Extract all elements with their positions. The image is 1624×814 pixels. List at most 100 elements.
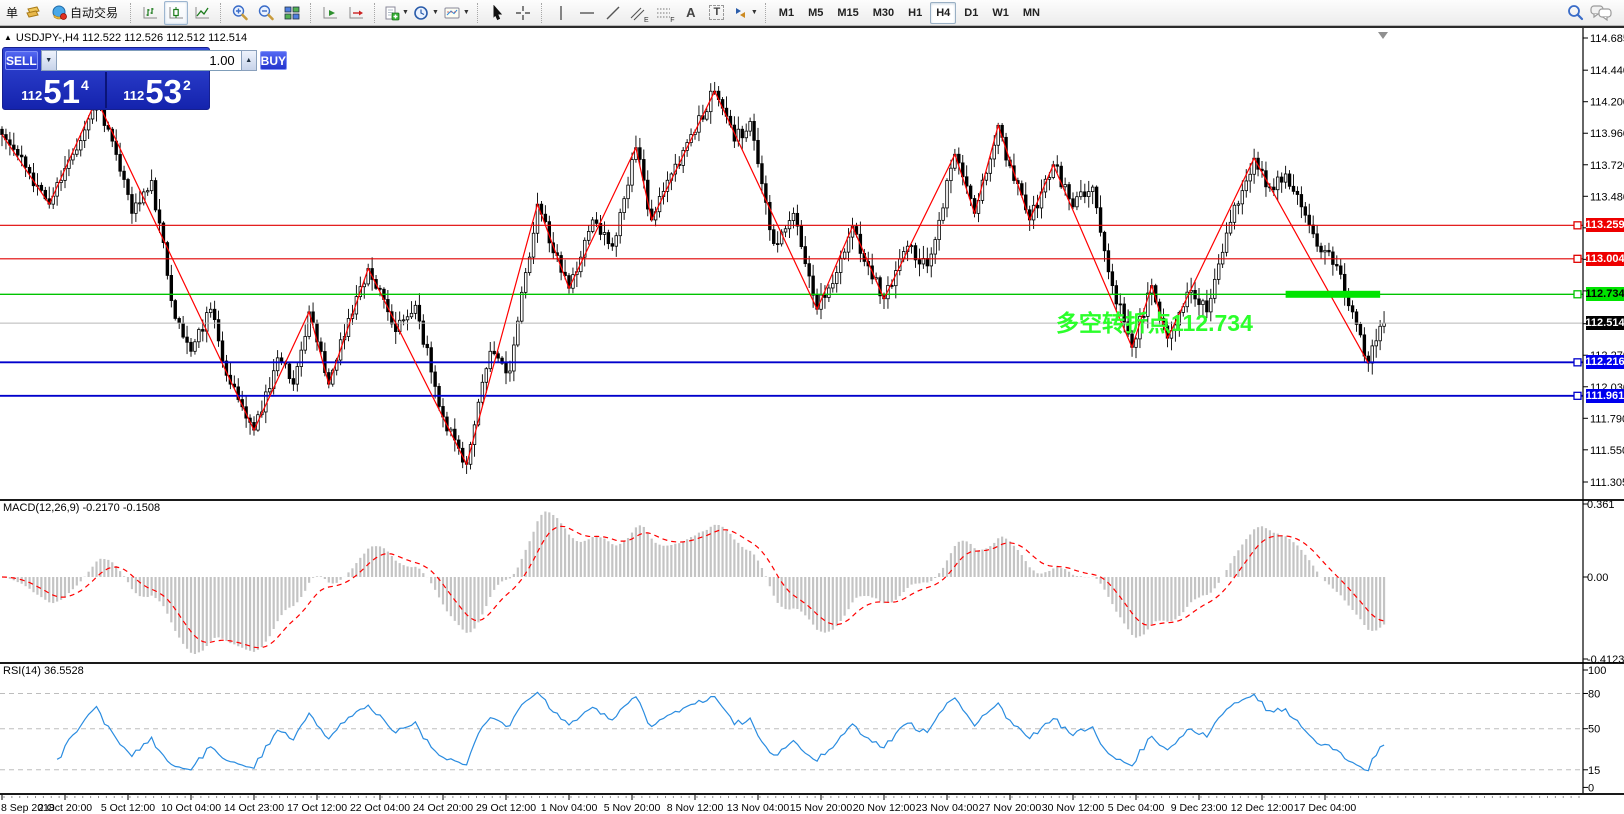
timeframe-button-h1[interactable]: H1 <box>902 2 928 24</box>
timeframe-button-m1[interactable]: M1 <box>773 2 800 24</box>
crosshair-icon <box>515 5 530 20</box>
svg-text:113.960: 113.960 <box>1590 128 1624 140</box>
horizontal-line-icon <box>579 11 594 14</box>
svg-text:100: 100 <box>1588 665 1606 677</box>
svg-text:17 Oct 12:00: 17 Oct 12:00 <box>287 802 347 814</box>
toolbar-separator <box>540 2 543 23</box>
zoom-in-button[interactable] <box>228 1 252 25</box>
chart-canvas[interactable]: 114.685 114.440 114.200 113.960 113.720 113.4… <box>0 28 1624 814</box>
svg-text:114.200: 114.200 <box>1590 97 1624 109</box>
clock-icon <box>414 5 428 20</box>
svg-text:1 Nov 04:00: 1 Nov 04:00 <box>541 802 598 814</box>
history-center-icon[interactable] <box>21 1 45 25</box>
auto-trading-icon <box>52 5 67 20</box>
toolbar-separator <box>310 2 312 23</box>
sell-price-pip: 4 <box>80 77 89 93</box>
bar-chart-icon <box>143 6 158 18</box>
horizontal-line-button[interactable] <box>575 1 599 25</box>
svg-text:30 Nov 12:00: 30 Nov 12:00 <box>1042 802 1105 814</box>
bar-chart-button[interactable] <box>138 1 162 25</box>
toolbar-separator <box>476 2 479 23</box>
macd-indicator-label: MACD(12,26,9) -0.2170 -0.1508 <box>3 502 161 514</box>
svg-text:23 Nov 04:00: 23 Nov 04:00 <box>916 802 979 814</box>
cursor-button[interactable] <box>485 1 509 25</box>
auto-scroll-button[interactable] <box>318 1 342 25</box>
timeframe-button-mn[interactable]: MN <box>1017 2 1046 24</box>
timeframe-button-m15[interactable]: M15 <box>831 2 864 24</box>
arrows-button[interactable]: ▼ <box>731 1 759 25</box>
timeframe-button-w1[interactable]: W1 <box>986 2 1015 24</box>
sell-button[interactable]: SELL <box>5 51 38 70</box>
crosshair-button[interactable] <box>511 1 535 25</box>
templates-button[interactable]: ▼ <box>442 1 471 25</box>
sell-price[interactable]: 112 51 4 <box>5 72 107 108</box>
buy-price[interactable]: 112 53 2 <box>107 72 207 108</box>
auto-trading-button[interactable]: 自动交易 <box>47 1 124 25</box>
templates-icon <box>444 7 460 18</box>
svg-text:5 Dec 04:00: 5 Dec 04:00 <box>1108 802 1165 814</box>
volume-input[interactable] <box>56 50 241 71</box>
candlestick-chart-button[interactable] <box>164 0 189 25</box>
periods-button[interactable]: ▼ <box>412 1 440 25</box>
volume-decrease-button[interactable]: ▼ <box>40 50 57 71</box>
svg-text:29 Oct 12:00: 29 Oct 12:00 <box>476 802 536 814</box>
volume-increase-button[interactable]: ▲ <box>240 50 257 71</box>
chart-title: ▲ USDJPY-,H4 112.522 112.526 112.512 112.… <box>4 32 247 44</box>
cursor-arrow-icon <box>493 4 502 20</box>
fibonacci-button[interactable]: F <box>653 1 677 25</box>
price-line-label: 112.216 <box>1585 355 1624 370</box>
sell-price-big: 51 <box>43 73 80 110</box>
new-order-button[interactable]: 单 <box>6 4 18 21</box>
text-label-button[interactable]: T <box>705 1 729 25</box>
buy-button[interactable]: BUY <box>259 51 288 70</box>
auto-scroll-icon <box>323 6 338 18</box>
auto-trading-label: 自动交易 <box>70 6 119 20</box>
svg-text:22 Oct 04:00: 22 Oct 04:00 <box>350 802 410 814</box>
chart-shift-marker-icon[interactable] <box>1378 32 1388 39</box>
svg-text:17 Dec 04:00: 17 Dec 04:00 <box>1294 802 1357 814</box>
trendline-button[interactable] <box>601 1 625 25</box>
svg-text:50: 50 <box>1588 724 1600 736</box>
indicators-button[interactable]: ▼ <box>382 1 410 25</box>
trade-panel-prices: 112 51 4 112 53 2 <box>5 72 207 108</box>
zoom-out-button[interactable] <box>254 1 278 25</box>
chart-shift-button[interactable] <box>344 1 368 25</box>
timeframe-button-h4[interactable]: H4 <box>930 1 957 24</box>
svg-text:113.480: 113.480 <box>1590 191 1624 203</box>
vertical-line-button[interactable] <box>549 1 573 25</box>
toolbar-group-right <box>1562 1 1614 25</box>
svg-text:113.720: 113.720 <box>1590 160 1624 172</box>
dropdown-caret-icon: ▼ <box>750 9 758 16</box>
svg-text:15 Nov 20:00: 15 Nov 20:00 <box>790 802 853 814</box>
text-button[interactable]: A <box>679 1 703 25</box>
zoom-out-icon <box>258 5 274 21</box>
line-chart-icon <box>195 6 210 18</box>
channel-button[interactable]: E <box>627 1 651 25</box>
price-line-label: 112.514 <box>1585 316 1624 331</box>
pivot-annotation-text: 多空转折点112.734 <box>1056 310 1253 336</box>
timeframe-button-m30[interactable]: M30 <box>867 2 900 24</box>
chat-button[interactable] <box>1589 1 1613 25</box>
svg-text:13 Nov 04:00: 13 Nov 04:00 <box>727 802 790 814</box>
collapse-marker-icon[interactable]: ▲ <box>4 33 12 42</box>
timeframe-button-m5[interactable]: M5 <box>802 2 829 24</box>
svg-text:15: 15 <box>1588 765 1600 777</box>
search-button[interactable] <box>1563 1 1587 25</box>
line-chart-button[interactable] <box>190 1 214 25</box>
toolbar-group-cursor <box>484 1 536 25</box>
svg-text:5 Oct 12:00: 5 Oct 12:00 <box>101 802 155 814</box>
svg-text:12 Dec 12:00: 12 Dec 12:00 <box>1231 802 1294 814</box>
tile-windows-button[interactable] <box>280 1 304 25</box>
svg-text:10 Oct 04:00: 10 Oct 04:00 <box>161 802 221 814</box>
dropdown-caret-icon: ▼ <box>402 9 409 16</box>
gold-stack-icon <box>26 5 40 18</box>
text-tool-icon: A <box>686 5 696 20</box>
svg-text:27 Nov 20:00: 27 Nov 20:00 <box>979 802 1042 814</box>
svg-text:114.685: 114.685 <box>1590 33 1624 45</box>
sell-price-base: 112 <box>21 88 43 103</box>
text-label-icon: T <box>709 5 725 20</box>
timeframe-button-d1[interactable]: D1 <box>958 2 984 24</box>
svg-text:114.440: 114.440 <box>1590 65 1624 77</box>
svg-text:9 Dec 23:00: 9 Dec 23:00 <box>1171 802 1228 814</box>
svg-text:20 Nov 12:00: 20 Nov 12:00 <box>853 802 916 814</box>
